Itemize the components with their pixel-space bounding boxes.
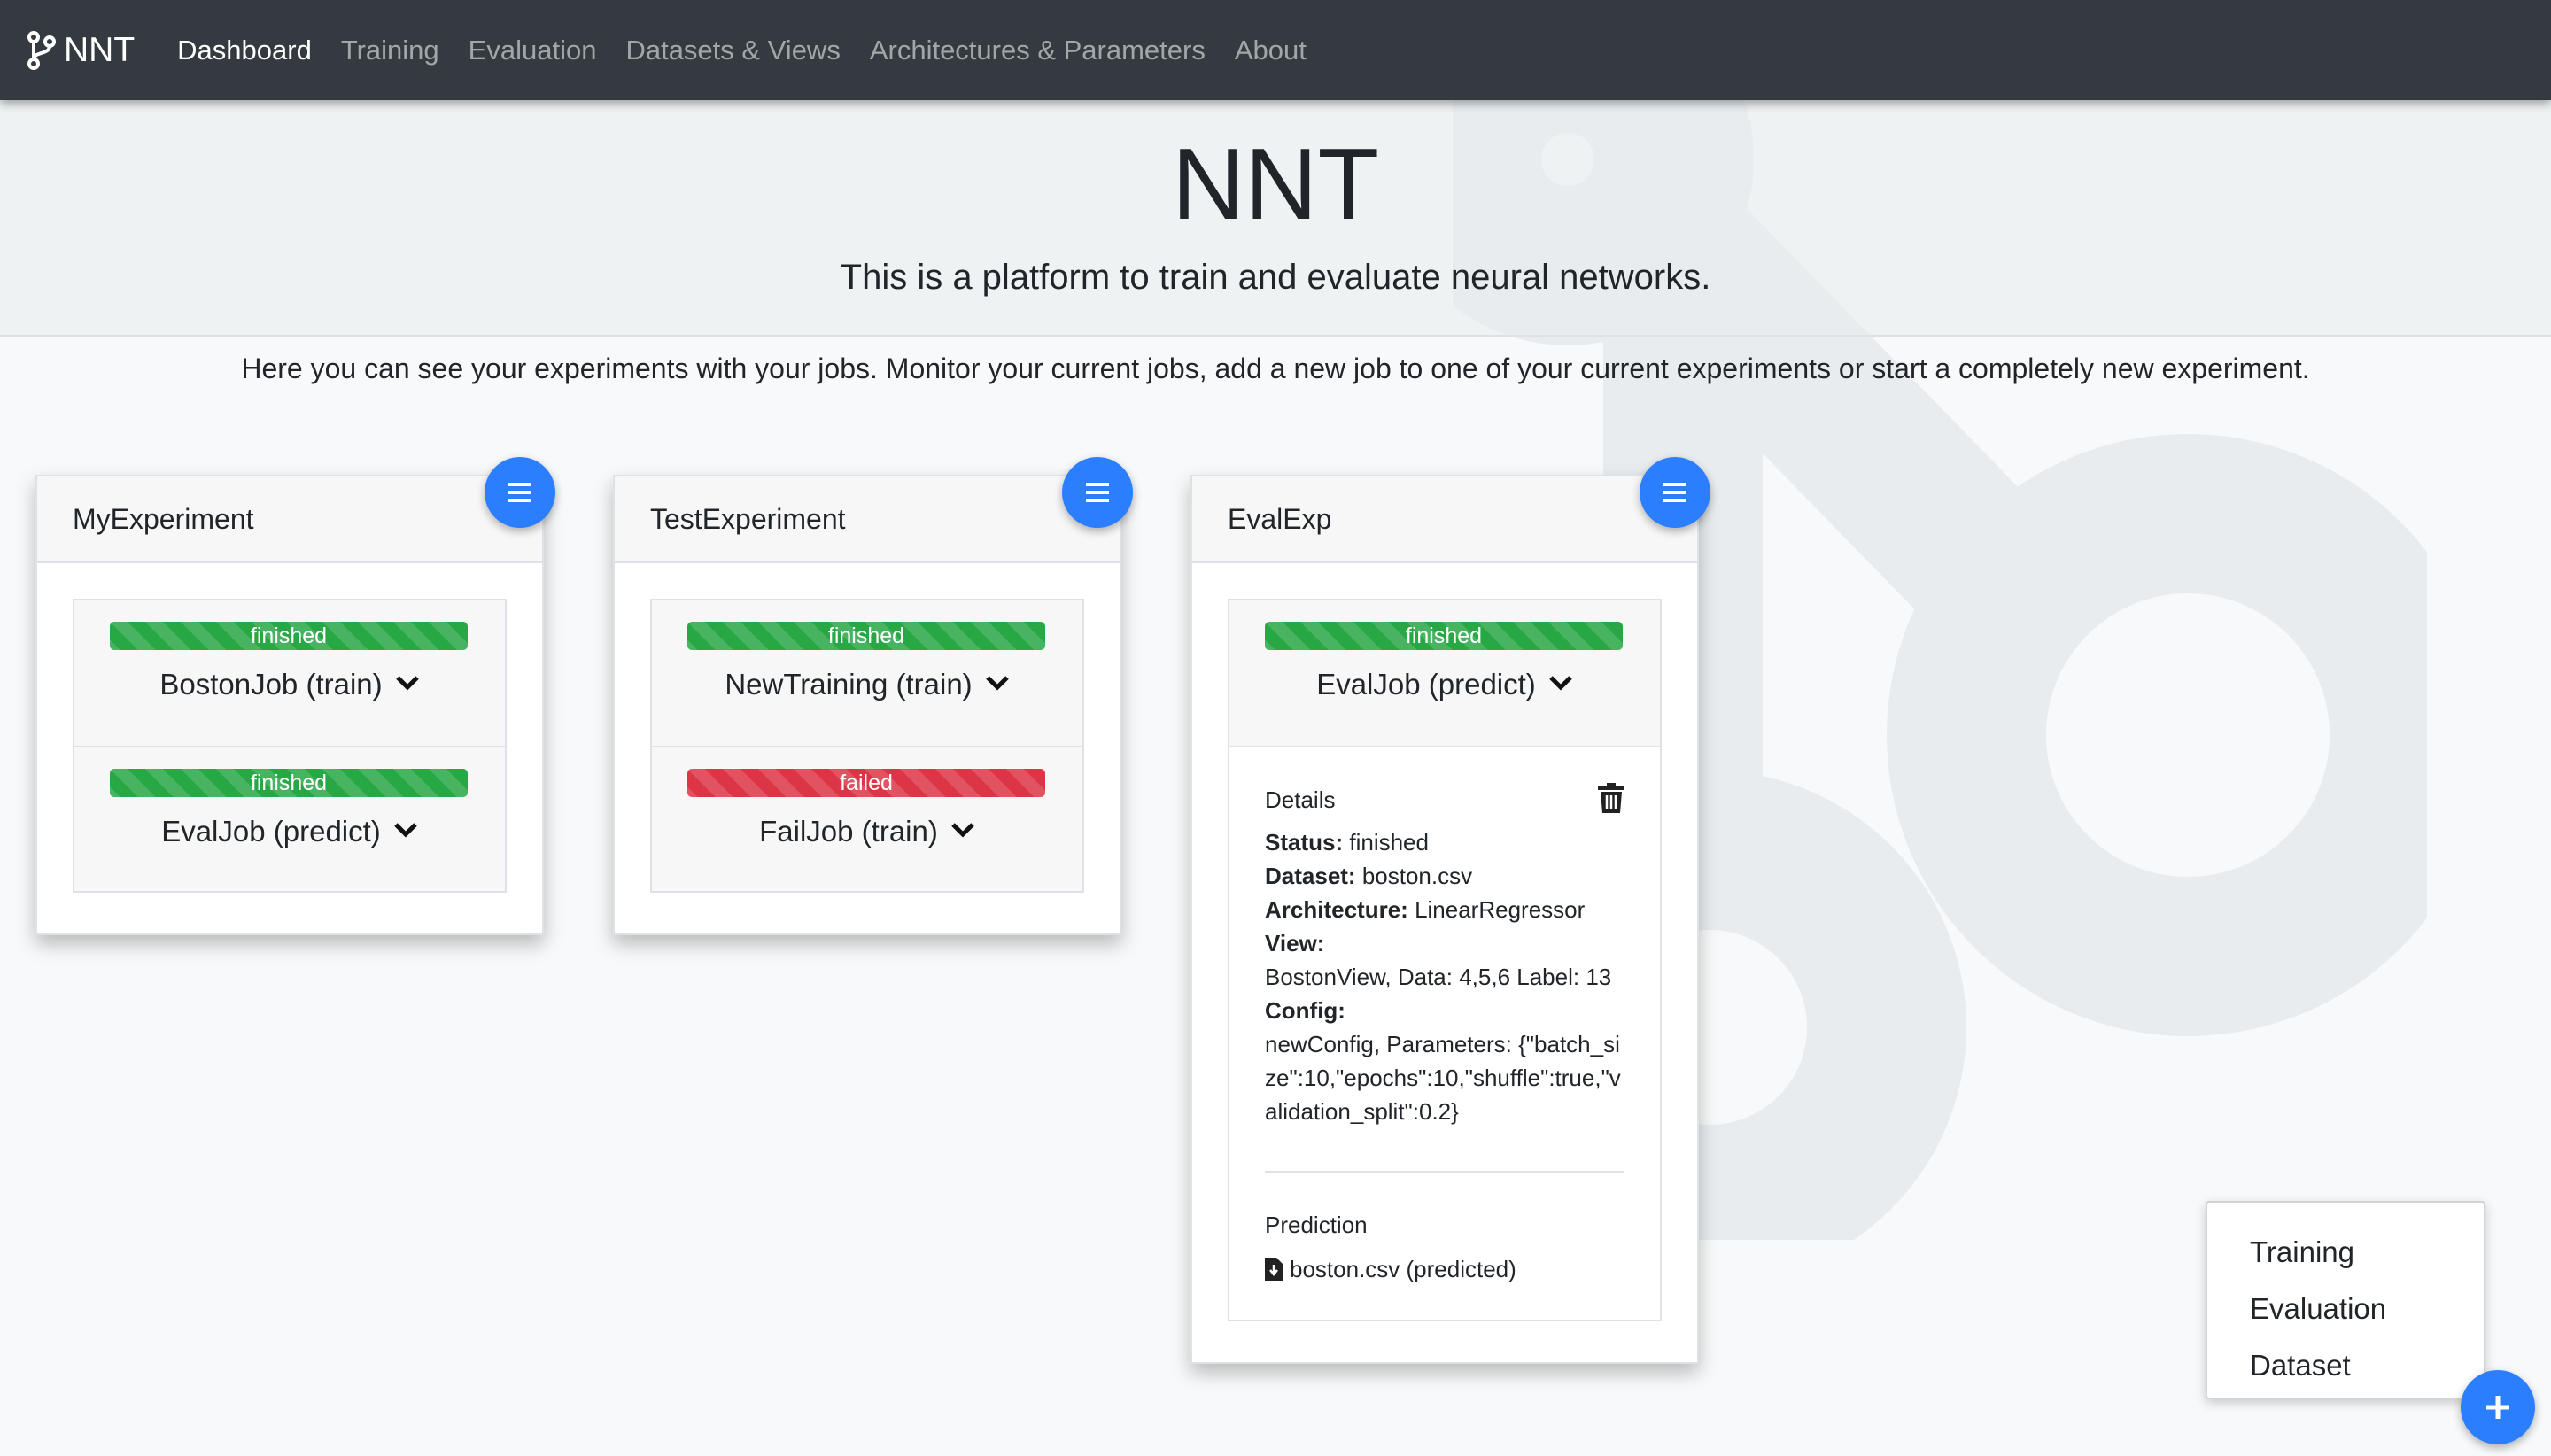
- nav-evaluation[interactable]: Evaluation: [469, 35, 597, 66]
- job-item: failed FailJob (train): [652, 746, 1082, 891]
- job-toggle[interactable]: BostonJob (train): [74, 668, 505, 701]
- chevron-down-icon: [395, 676, 419, 691]
- chevron-down-icon: [1549, 676, 1572, 691]
- job-status-bar: finished: [110, 769, 468, 797]
- add-button[interactable]: [2461, 1370, 2535, 1444]
- experiment-card: MyExperiment finished BostonJob (train) …: [35, 475, 544, 935]
- config-value: newConfig, Parameters: {"batch_size":10,…: [1265, 1031, 1621, 1125]
- job-title: FailJob (train): [759, 815, 938, 848]
- nav-architectures-parameters[interactable]: Architectures & Parameters: [870, 35, 1206, 66]
- file-download-icon: [1265, 1258, 1283, 1281]
- menu-item-evaluation[interactable]: Evaluation: [2207, 1282, 2484, 1339]
- dataset-label: Dataset:: [1265, 863, 1356, 889]
- nav-datasets-views[interactable]: Datasets & Views: [625, 35, 840, 66]
- experiment-menu-button[interactable]: [1062, 457, 1133, 528]
- experiment-name: TestExperiment: [615, 476, 1120, 563]
- nav-about[interactable]: About: [1235, 35, 1307, 66]
- trash-icon[interactable]: [1598, 783, 1624, 813]
- top-navbar: NNT Dashboard Training Evaluation Datase…: [0, 0, 2551, 100]
- nav-training[interactable]: Training: [341, 35, 439, 66]
- job-status-bar: failed: [687, 769, 1045, 797]
- git-branch-icon: [27, 30, 56, 70]
- job-toggle[interactable]: FailJob (train): [652, 815, 1082, 848]
- prediction-file-name: boston.csv (predicted): [1290, 1256, 1516, 1282]
- menu-item-dataset[interactable]: Dataset: [2207, 1339, 2484, 1396]
- hamburger-menu-icon: [1663, 483, 1686, 502]
- prediction-heading: Prediction: [1265, 1212, 1368, 1238]
- menu-item-training[interactable]: Training: [2207, 1226, 2484, 1282]
- brand-name: NNT: [64, 30, 136, 69]
- chevron-down-icon: [985, 676, 1009, 691]
- job-title: BostonJob (train): [159, 668, 383, 701]
- architecture-label: Architecture:: [1265, 896, 1408, 923]
- job-title: EvalJob (predict): [1316, 668, 1536, 701]
- view-label: View:: [1265, 930, 1325, 956]
- details-heading: Details: [1265, 786, 1336, 813]
- page-title: NNT: [1171, 128, 1380, 241]
- job-item: finished BostonJob (train): [74, 600, 505, 746]
- chevron-down-icon: [951, 823, 974, 838]
- page-lead: This is a platform to train and evaluate…: [840, 258, 1711, 297]
- page-header: NNT This is a platform to train and eval…: [0, 100, 2551, 337]
- job-list: finished BostonJob (train) finished Eval…: [73, 599, 507, 893]
- brand[interactable]: NNT: [27, 30, 135, 71]
- config-label: Config:: [1265, 997, 1345, 1024]
- experiment-menu-button[interactable]: [1640, 457, 1710, 528]
- job-toggle[interactable]: EvalJob (predict): [74, 815, 505, 848]
- add-job-menu: Training Evaluation Dataset: [2206, 1201, 2485, 1399]
- details-divider: [1265, 1171, 1624, 1173]
- experiment-name: MyExperiment: [37, 476, 542, 563]
- job-toggle[interactable]: EvalJob (predict): [1229, 668, 1660, 701]
- experiment-card: EvalExp finished EvalJob (predict) Detai…: [1190, 475, 1699, 1364]
- job-title: NewTraining (train): [725, 668, 973, 701]
- status-value: finished: [1349, 829, 1429, 856]
- job-list: finished EvalJob (predict) Details Statu…: [1228, 599, 1662, 1321]
- experiment-name: EvalExp: [1192, 476, 1697, 563]
- job-status-bar: finished: [1265, 622, 1623, 650]
- hamburger-menu-icon: [508, 483, 531, 502]
- experiment-card: TestExperiment finished NewTraining (tra…: [613, 475, 1121, 935]
- nav-dashboard[interactable]: Dashboard: [177, 35, 312, 66]
- job-toggle[interactable]: NewTraining (train): [652, 668, 1082, 701]
- job-status-bar: finished: [687, 622, 1045, 650]
- status-label: Status:: [1265, 829, 1344, 856]
- job-item: finished EvalJob (predict): [1229, 600, 1660, 746]
- job-status-bar: finished: [110, 622, 468, 650]
- experiment-menu-button[interactable]: [485, 457, 555, 528]
- details-status: Status: finished: [1265, 825, 1624, 859]
- plus-icon: [2486, 1396, 2509, 1419]
- job-list: finished NewTraining (train) failed Fail…: [650, 599, 1084, 893]
- details-dataset: Dataset: boston.csv: [1265, 859, 1624, 893]
- hamburger-menu-icon: [1086, 483, 1109, 502]
- dataset-value: boston.csv: [1361, 863, 1473, 889]
- view-value: BostonView, Data: 4,5,6 Label: 13: [1265, 964, 1612, 990]
- job-item: finished NewTraining (train): [652, 600, 1082, 746]
- job-item: finished EvalJob (predict): [74, 746, 505, 891]
- job-details: Details Status: finished Dataset: boston…: [1229, 746, 1660, 1320]
- architecture-value: LinearRegressor: [1415, 896, 1586, 923]
- prediction-file-link[interactable]: boston.csv (predicted): [1265, 1252, 1624, 1320]
- details-architecture: Architecture: LinearRegressor: [1265, 893, 1624, 926]
- chevron-down-icon: [394, 823, 417, 838]
- job-title: EvalJob (predict): [161, 815, 381, 848]
- intro-text: Here you can see your experiments with y…: [241, 352, 2310, 384]
